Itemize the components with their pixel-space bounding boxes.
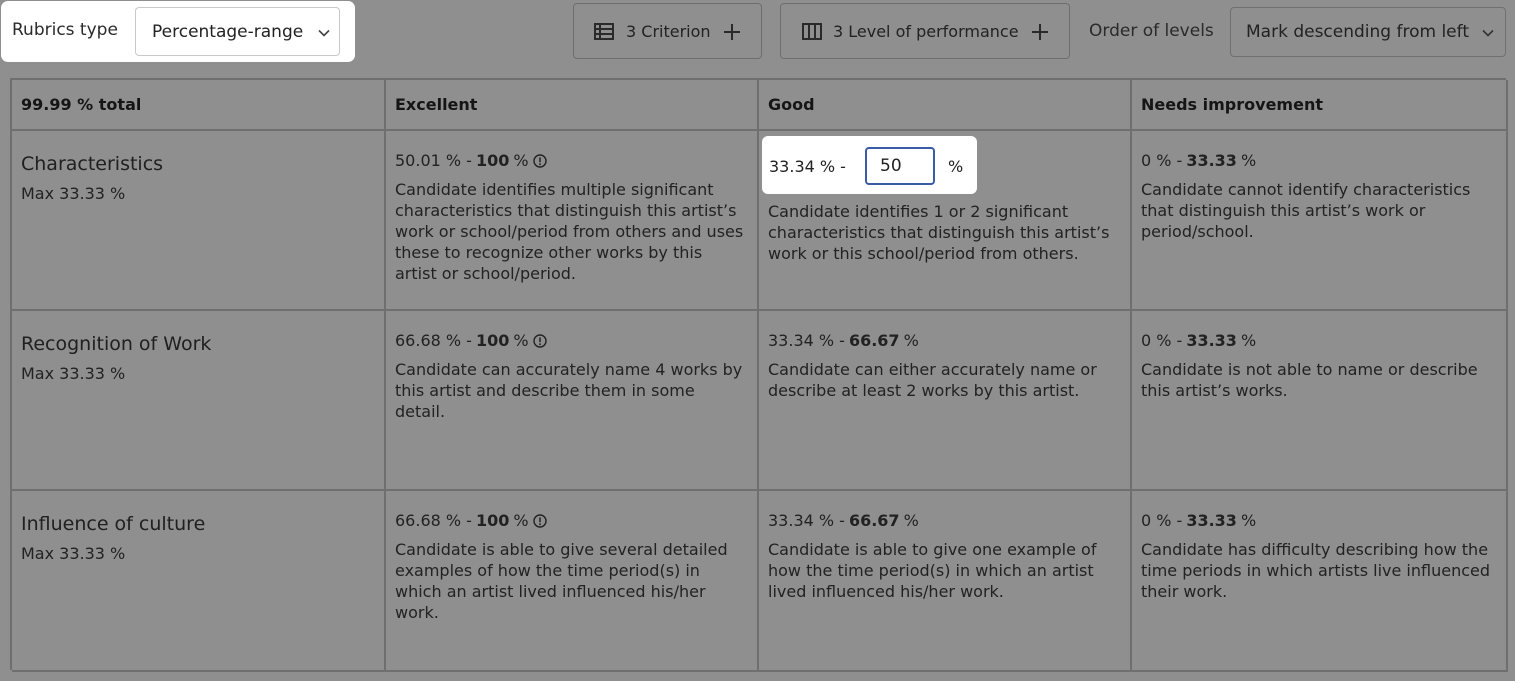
range-to: 100 bbox=[475, 511, 510, 530]
chevron-down-icon bbox=[1482, 29, 1494, 37]
criterion-max: Max 33.33 % bbox=[21, 544, 126, 563]
level-cell[interactable]: 0 % - 33.33 % Candidate is not able to n… bbox=[1132, 311, 1508, 491]
level-description: Candidate can accurately name 4 works by… bbox=[395, 360, 743, 421]
range-from: 0 % - bbox=[1141, 151, 1183, 170]
criterion-name: Influence of culture bbox=[21, 513, 206, 535]
range-to: 66.67 bbox=[848, 331, 900, 350]
range-from: 0 % - bbox=[1141, 331, 1183, 350]
info-circle-icon[interactable] bbox=[532, 333, 547, 348]
range-unit: % bbox=[1240, 331, 1257, 350]
order-of-levels-label: Order of levels bbox=[1089, 21, 1214, 41]
criterion-max: Max 33.33 % bbox=[21, 184, 126, 203]
list-icon bbox=[594, 23, 614, 40]
range-from: 33.34 % - bbox=[768, 511, 845, 530]
level-description: Candidate identifies multiple significan… bbox=[395, 180, 744, 283]
level-header-excellent[interactable]: Excellent bbox=[386, 80, 759, 131]
range-unit: % bbox=[903, 331, 919, 350]
total-header: 99.99 % total bbox=[12, 80, 386, 131]
range-unit: % bbox=[948, 157, 964, 176]
range-to: 33.33 bbox=[1186, 151, 1237, 170]
plus-icon bbox=[1032, 24, 1048, 40]
criterion-cell-characteristics[interactable]: Characteristics Max 33.33 % bbox=[12, 131, 386, 311]
level-description: Candidate can either accurately name or … bbox=[768, 360, 1097, 400]
rubrics-type-panel: Rubrics type Percentage-range bbox=[1, 1, 355, 62]
range-to: 100 bbox=[475, 151, 510, 170]
info-circle-icon[interactable] bbox=[532, 153, 547, 168]
range-label: 33.34 % - 66.67 % bbox=[768, 511, 1121, 530]
add-criterion-button[interactable]: 3 Criterion bbox=[573, 3, 762, 59]
order-of-levels-value: Mark descending from left bbox=[1246, 22, 1469, 42]
range-from: 50.01 % - bbox=[395, 151, 472, 170]
range-label: 0 % - 33.33 % bbox=[1141, 511, 1497, 530]
range-from: 0 % - bbox=[1141, 511, 1183, 530]
info-circle-icon[interactable] bbox=[532, 513, 547, 528]
level-description: Candidate is not able to name or describ… bbox=[1141, 360, 1478, 400]
level-cell[interactable]: 33.34 % - 66.67 % Candidate is able to g… bbox=[759, 491, 1132, 672]
criterion-max: Max 33.33 % bbox=[21, 364, 126, 383]
criterion-cell-recognition-of-work[interactable]: Recognition of Work Max 33.33 % bbox=[12, 311, 386, 491]
level-header-needs-improvement[interactable]: Needs improvement bbox=[1132, 80, 1508, 131]
range-label: 66.68 % - 100 % bbox=[395, 331, 748, 350]
level-cell[interactable]: 50.01 % - 100 % Candidate identifies mul… bbox=[386, 131, 759, 311]
range-from: 66.68 % - bbox=[395, 511, 472, 530]
level-description: Candidate is able to give one example of… bbox=[768, 540, 1097, 601]
range-to: 33.33 bbox=[1186, 331, 1237, 350]
levels-count-label: 3 Level of performance bbox=[833, 22, 1019, 41]
range-to-input[interactable] bbox=[865, 147, 935, 185]
range-unit: % bbox=[903, 511, 919, 530]
level-cell[interactable]: 0 % - 33.33 % Candidate has difficulty d… bbox=[1132, 491, 1508, 672]
range-from: 33.34 % - bbox=[769, 157, 846, 176]
level-description: Candidate cannot identify characteristic… bbox=[1141, 180, 1471, 241]
range-to: 66.67 bbox=[848, 511, 900, 530]
level-cell[interactable]: 66.68 % - 100 % Candidate is able to giv… bbox=[386, 491, 759, 672]
range-editor: 33.34 % - % bbox=[762, 136, 977, 194]
range-unit: % bbox=[513, 331, 529, 350]
chevron-down-icon bbox=[318, 29, 330, 37]
range-from: 33.34 % - bbox=[768, 331, 845, 350]
criterion-count-label: 3 Criterion bbox=[626, 22, 711, 41]
criterion-name: Recognition of Work bbox=[21, 333, 212, 355]
rubrics-type-value: Percentage-range bbox=[152, 22, 304, 42]
rubric-table: 99.99 % total Excellent Good Needs impro… bbox=[10, 78, 1508, 672]
range-from: 66.68 % - bbox=[395, 331, 472, 350]
plus-icon bbox=[724, 24, 740, 40]
order-of-levels-select[interactable]: Mark descending from left bbox=[1230, 7, 1506, 57]
level-description: Candidate has difficulty describing how … bbox=[1141, 540, 1490, 601]
level-cell[interactable]: 33.34 % - 66.67 % Candidate can either a… bbox=[759, 311, 1132, 491]
add-level-button[interactable]: 3 Level of performance bbox=[780, 3, 1070, 59]
range-unit: % bbox=[513, 511, 529, 530]
range-to: 100 bbox=[475, 331, 510, 350]
criterion-cell-influence-of-culture[interactable]: Influence of culture Max 33.33 % bbox=[12, 491, 386, 672]
range-label: 0 % - 33.33 % bbox=[1141, 331, 1497, 350]
level-description: Candidate is able to give several detail… bbox=[395, 540, 728, 622]
level-description: Candidate identifies 1 or 2 significant … bbox=[768, 202, 1110, 263]
rubrics-type-label: Rubrics type bbox=[12, 20, 118, 40]
range-label: 0 % - 33.33 % bbox=[1141, 151, 1497, 170]
level-header-good[interactable]: Good bbox=[759, 80, 1132, 131]
range-label: 33.34 % - 66.67 % bbox=[768, 331, 1121, 350]
range-label: 66.68 % - 100 % bbox=[395, 511, 748, 530]
range-label: 50.01 % - 100 % bbox=[395, 151, 748, 170]
range-unit: % bbox=[1240, 511, 1257, 530]
level-cell[interactable]: 66.68 % - 100 % Candidate can accurately… bbox=[386, 311, 759, 491]
rubrics-type-select[interactable]: Percentage-range bbox=[135, 7, 340, 56]
columns-icon bbox=[802, 23, 822, 40]
criterion-name: Characteristics bbox=[21, 153, 164, 175]
range-to: 33.33 bbox=[1186, 511, 1237, 530]
level-cell[interactable]: 0 % - 33.33 % Candidate cannot identify … bbox=[1132, 131, 1508, 311]
range-unit: % bbox=[1240, 151, 1257, 170]
range-unit: % bbox=[513, 151, 529, 170]
